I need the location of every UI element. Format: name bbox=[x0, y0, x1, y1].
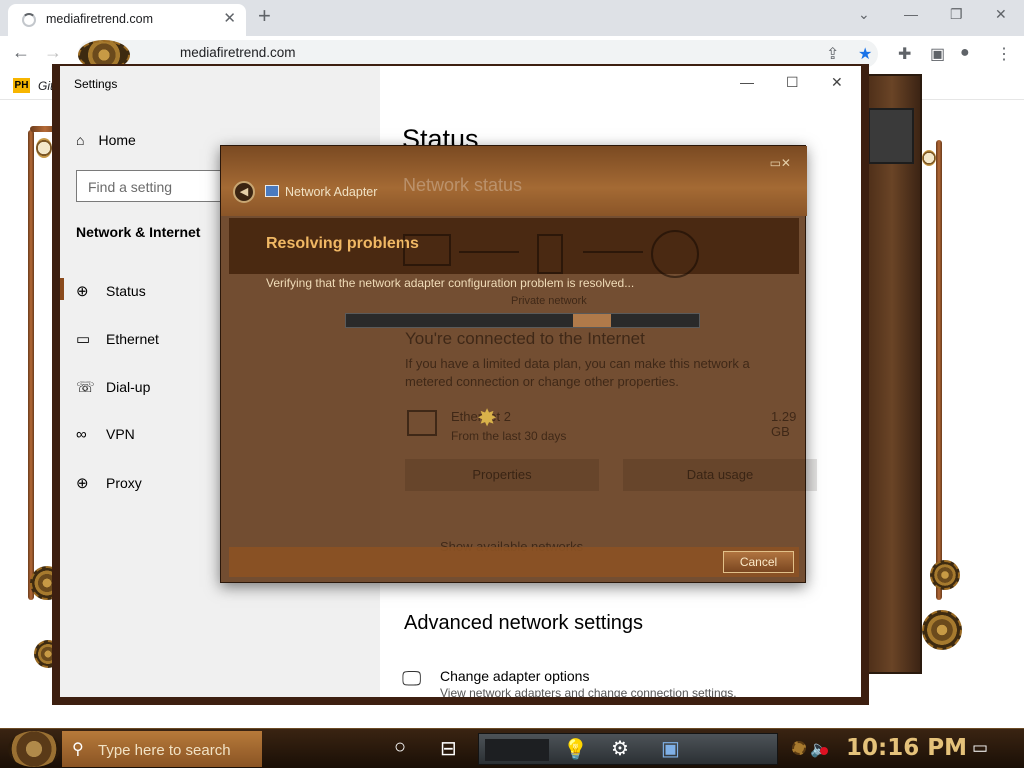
start-button[interactable] bbox=[8, 731, 60, 767]
globe-icon: ⊕ bbox=[76, 475, 89, 492]
internet-globe-icon bbox=[651, 230, 699, 278]
active-indicator bbox=[60, 278, 64, 300]
tab-title: mediafiretrend.com bbox=[46, 12, 153, 26]
settings-gear-icon[interactable]: ⚙ bbox=[611, 736, 629, 761]
vpn-icon: ∞ bbox=[76, 426, 87, 443]
pipe-left bbox=[28, 130, 34, 600]
loading-spinner-icon bbox=[22, 13, 36, 27]
taskbar-app-slot[interactable] bbox=[485, 739, 549, 761]
link-line bbox=[583, 251, 643, 253]
dialup-icon: ☏ bbox=[76, 379, 95, 396]
globe-icon: ⊕ bbox=[76, 283, 89, 300]
ethernet-icon bbox=[407, 410, 437, 436]
taskbar: ⚲ Type here to search ○ ⊟ 💡 ⚙ ▣ 🔈 10:16 … bbox=[0, 728, 1024, 768]
minimize-icon[interactable]: — bbox=[904, 6, 918, 22]
sidebar-item-label: Ethernet bbox=[106, 331, 159, 347]
search-icon: ⚲ bbox=[72, 741, 84, 758]
clock[interactable]: 10:16 PM bbox=[846, 735, 967, 761]
sidebar-item-label: Dial-up bbox=[106, 379, 151, 395]
gear-icon bbox=[930, 560, 960, 590]
back-arrow-icon[interactable]: ◀ bbox=[233, 181, 255, 203]
lightbulb-app-icon[interactable]: 💡 bbox=[563, 737, 588, 762]
profile-avatar-icon[interactable]: ● bbox=[960, 44, 970, 62]
cancel-button[interactable]: Cancel bbox=[723, 551, 794, 573]
monitor-icon: 🖵 bbox=[402, 668, 422, 690]
advanced-settings-heading: Advanced network settings bbox=[404, 612, 644, 634]
extensions-puzzle-icon[interactable]: ✚ bbox=[898, 44, 911, 64]
dialog-title: Network Adapter bbox=[285, 185, 378, 199]
connected-heading: You're connected to the Internet bbox=[405, 329, 645, 348]
close-icon[interactable]: ✕ bbox=[995, 6, 1007, 23]
taskbar-search-box[interactable]: ⚲ Type here to search bbox=[62, 731, 262, 767]
tab-close-icon[interactable]: ✕ bbox=[223, 9, 236, 27]
browser-tab[interactable]: mediafiretrend.com ✕ bbox=[8, 4, 246, 36]
resolving-heading: Resolving problems bbox=[266, 235, 419, 252]
tab-search-icon[interactable]: ⌄ bbox=[858, 6, 870, 23]
pipe-right bbox=[936, 140, 942, 600]
ethernet-icon: ▭ bbox=[76, 331, 91, 348]
side-panel-icon[interactable]: ▣ bbox=[930, 44, 945, 64]
new-tab-button[interactable]: + bbox=[258, 4, 271, 28]
busy-cursor-icon: ✸ bbox=[477, 405, 498, 432]
troubleshooter-app-icon[interactable]: ▣ bbox=[661, 736, 680, 761]
network-status-heading: Network status bbox=[403, 175, 523, 195]
home-icon: ⌂ bbox=[76, 132, 85, 148]
change-adapter-link[interactable]: Change adapter options bbox=[440, 668, 589, 684]
home-label: Home bbox=[98, 132, 136, 148]
sidebar-item-ethernet[interactable]: ▭ Ethernet bbox=[76, 330, 159, 348]
dialog-footer bbox=[229, 547, 799, 577]
sidebar-item-proxy[interactable]: ⊕ Proxy bbox=[76, 474, 142, 492]
close-icon[interactable]: ✕ bbox=[831, 74, 843, 91]
share-icon[interactable]: ⇪ bbox=[826, 44, 839, 64]
troubleshooter-dialog: ▭✕ ◀ Network Adapter Network status Reso… bbox=[220, 145, 817, 583]
sidebar-item-home[interactable]: ⌂ Home bbox=[76, 132, 136, 148]
bookmark-star-icon[interactable]: ★ bbox=[858, 44, 872, 64]
back-arrow-icon[interactable]: ← bbox=[12, 42, 30, 63]
window-title: Settings bbox=[74, 77, 118, 91]
taskbar-search-placeholder: Type here to search bbox=[98, 742, 231, 759]
theme-back-panel bbox=[862, 74, 922, 674]
gauge-icon bbox=[36, 138, 52, 158]
properties-button[interactable]: Properties bbox=[405, 459, 599, 491]
pc-icon bbox=[403, 234, 451, 266]
sidebar-item-label: Proxy bbox=[106, 475, 142, 491]
notifications-icon[interactable]: ▭ bbox=[972, 738, 988, 758]
gauge-icon bbox=[922, 150, 936, 166]
connected-description: If you have a limited data plan, you can… bbox=[405, 356, 750, 389]
dialog-close-icon[interactable]: ▭✕ bbox=[770, 156, 791, 170]
data-usage-button[interactable]: Data usage bbox=[623, 459, 817, 491]
cortana-icon[interactable]: ○ bbox=[394, 736, 406, 759]
theme-back-screen bbox=[868, 108, 914, 164]
sidebar-item-vpn[interactable]: ∞ VPN bbox=[76, 426, 135, 443]
status-message: Verifying that the network adapter confi… bbox=[266, 276, 635, 290]
progress-fill bbox=[573, 314, 611, 327]
network-type-label: Private network bbox=[511, 295, 587, 307]
ethernet-period: From the last 30 days bbox=[451, 429, 567, 443]
menu-kebab-icon[interactable]: ⋮ bbox=[996, 44, 1012, 64]
url-text[interactable]: mediafiretrend.com bbox=[180, 45, 296, 60]
minimize-icon[interactable]: — bbox=[740, 74, 754, 90]
maximize-icon[interactable]: ☐ bbox=[786, 74, 799, 91]
sidebar-item-status[interactable]: ⊕ Status bbox=[76, 282, 146, 300]
gear-icon bbox=[922, 610, 962, 650]
progress-bar bbox=[345, 313, 700, 328]
browser-tabstrip: mediafiretrend.com ✕ + ⌄ — ❐ ✕ bbox=[0, 0, 1024, 36]
restore-icon[interactable]: ❐ bbox=[950, 6, 963, 23]
ethernet-port-icon bbox=[537, 234, 563, 274]
network-adapter-icon bbox=[265, 185, 279, 197]
mute-indicator bbox=[820, 747, 828, 755]
section-title: Network & Internet bbox=[76, 224, 201, 240]
task-view-icon[interactable]: ⊟ bbox=[440, 736, 457, 761]
change-adapter-description: View network adapters and change connect… bbox=[440, 686, 737, 697]
sidebar-item-label: Status bbox=[106, 283, 146, 299]
bookmark-favicon[interactable]: PH bbox=[13, 78, 30, 93]
gear-icon bbox=[792, 741, 806, 755]
ethernet-usage: 1.29 GB bbox=[771, 409, 797, 439]
search-placeholder: Find a setting bbox=[88, 179, 173, 195]
sidebar-item-label: VPN bbox=[106, 426, 135, 442]
forward-arrow-icon[interactable]: → bbox=[44, 42, 62, 63]
taskbar-apps: 💡 ⚙ ▣ bbox=[478, 733, 778, 765]
link-line bbox=[459, 251, 519, 253]
sidebar-item-dialup[interactable]: ☏ Dial-up bbox=[76, 378, 150, 396]
